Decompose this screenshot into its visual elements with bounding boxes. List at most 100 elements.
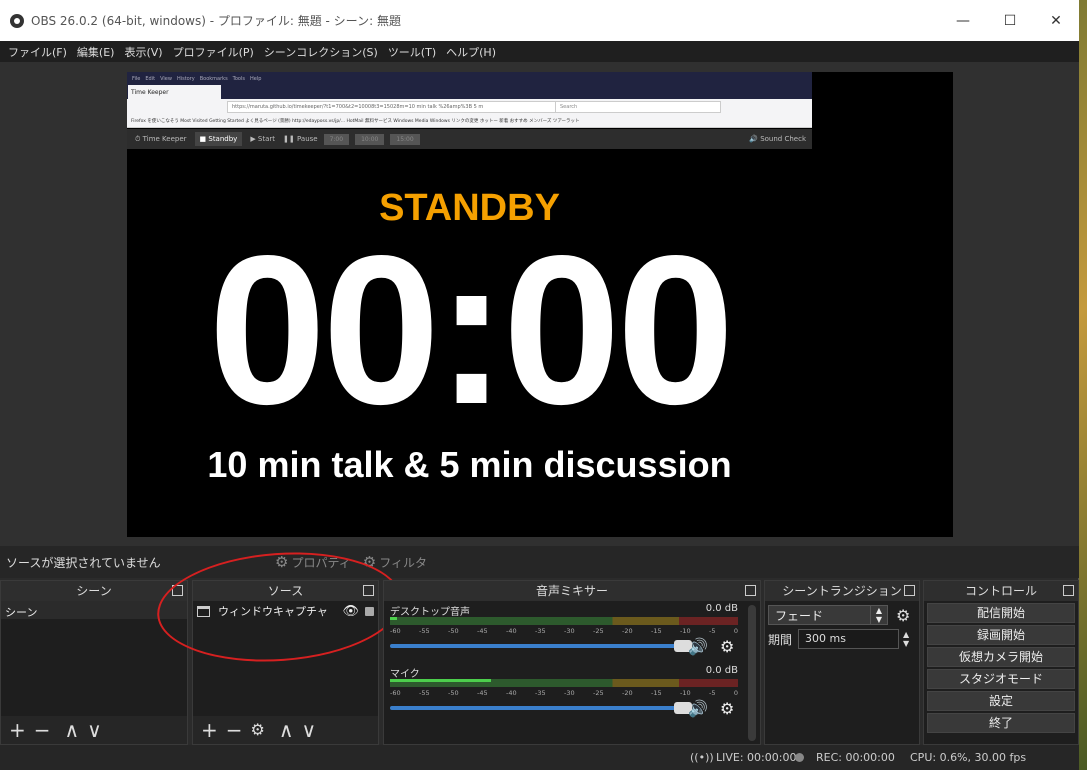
controls-title: コントロール	[964, 584, 1037, 598]
studio-mode-button[interactable]: スタジオモード	[927, 669, 1075, 689]
mixer-scrollbar[interactable]	[748, 605, 756, 741]
speaker-icon[interactable]: 🔊	[688, 637, 708, 656]
rec-icon	[795, 753, 804, 762]
tick-label: -25	[593, 689, 604, 697]
meter-level	[390, 679, 491, 682]
source-settings-icon[interactable]: ⚙	[251, 720, 265, 740]
browser-url: https://maruta.github.io/timekeeper/?t1=…	[227, 101, 557, 113]
volume-slider[interactable]	[390, 702, 692, 714]
tk-standby: ■ Standby	[194, 132, 243, 146]
tick-label: -25	[593, 627, 604, 635]
obs-logo-icon	[10, 13, 24, 28]
sources-header: ソース	[193, 581, 378, 601]
speaker-icon[interactable]: 🔊	[688, 699, 708, 718]
browser-menu-help: Help	[250, 75, 262, 82]
tick-label: -50	[448, 627, 459, 635]
menu-scene-collection[interactable]: シーンコレクション(S)	[264, 44, 378, 60]
scene-list-item[interactable]: シーン	[1, 601, 187, 619]
add-source-icon[interactable]: +	[201, 720, 218, 740]
browser-menu-tools: Tools	[232, 75, 245, 82]
gear-icon[interactable]: ⚙	[720, 699, 734, 718]
tk-brand: ⏱ Time Keeper	[135, 134, 187, 143]
menu-file[interactable]: ファイル(F)	[8, 44, 67, 60]
tick-label: -45	[477, 689, 488, 697]
tick-label: -55	[419, 627, 430, 635]
menu-profile[interactable]: プロファイル(P)	[173, 44, 254, 60]
menu-help[interactable]: ヘルプ(H)	[446, 44, 496, 60]
minimize-button[interactable]: —	[940, 0, 986, 41]
transition-select[interactable]: フェード ▲ ▼	[768, 605, 888, 625]
source-list-item[interactable]: ウィンドウキャプチャ 👁	[193, 601, 378, 621]
sources-title: ソース	[267, 584, 304, 598]
chevron-updown-icon: ▲ ▼	[870, 606, 887, 624]
tick-label: -55	[419, 689, 430, 697]
undock-icon[interactable]	[363, 585, 374, 596]
meter-ticks: -60 -55 -50 -45 -40 -35 -30 -25 -20 -15 -10 -5 0	[390, 689, 738, 697]
menu-view[interactable]: 表示(V)	[124, 44, 162, 60]
tick-label: -40	[506, 627, 517, 635]
move-up-icon[interactable]: ∧	[65, 720, 80, 740]
start-streaming-button[interactable]: 配信開始	[927, 603, 1075, 623]
source-label: ウィンドウキャプチャ	[218, 605, 328, 618]
tick-label: -60	[390, 689, 401, 697]
preview-area[interactable]: File Edit View History Bookmarks Tools H…	[0, 62, 1079, 546]
properties-button[interactable]: ⚙ プロパティ	[275, 553, 351, 571]
menu-edit[interactable]: 編集(E)	[77, 44, 115, 60]
remove-scene-icon[interactable]: −	[34, 720, 51, 740]
scenes-header: シーン	[1, 581, 187, 601]
filters-label: フィルタ	[379, 555, 427, 570]
tick-label: -5	[709, 627, 716, 635]
controls-header: コントロール	[924, 581, 1078, 601]
browser-tab: Time Keeper	[128, 85, 221, 99]
tk-t1: 7:00	[323, 133, 350, 145]
undock-icon[interactable]	[904, 585, 915, 596]
transitions-title: シーントランジション	[782, 584, 902, 598]
cpu-status: CPU: 0.6%, 30.00 fps	[910, 751, 1027, 764]
move-down-icon[interactable]: ∨	[87, 720, 102, 740]
gear-icon: ⚙	[275, 553, 289, 571]
mixer-channel-mic: マイク 0.0 dB -60 -55 -50 -45 -40 -35 -30 -25 -20 -1…	[384, 663, 738, 725]
spin-icon[interactable]: ▲ ▼	[903, 630, 909, 648]
menu-tools[interactable]: ツール(T)	[388, 44, 436, 60]
menu-bar: ファイル(F) 編集(E) 表示(V) プロファイル(P) シーンコレクション(…	[0, 41, 1079, 62]
preview-canvas[interactable]: File Edit View History Bookmarks Tools H…	[127, 72, 953, 537]
eye-icon[interactable]: 👁	[342, 604, 359, 619]
remove-source-icon[interactable]: −	[226, 720, 243, 740]
exit-button[interactable]: 終了	[927, 713, 1075, 733]
settings-button[interactable]: 設定	[927, 691, 1075, 711]
start-virtual-camera-button[interactable]: 仮想カメラ開始	[927, 647, 1075, 667]
undock-icon[interactable]	[1063, 585, 1074, 596]
browser-toolbar: https://maruta.github.io/timekeeper/?t1=…	[127, 99, 812, 115]
gear-icon[interactable]: ⚙	[896, 606, 910, 625]
gear-icon[interactable]: ⚙	[720, 637, 734, 656]
filters-button[interactable]: ⚙ フィルタ	[363, 553, 427, 571]
maximize-button[interactable]: ☐	[987, 0, 1033, 41]
controls-dock: コントロール 配信開始 録画開始 仮想カメラ開始 スタジオモード 設定 終了	[923, 580, 1079, 745]
start-recording-button[interactable]: 録画開始	[927, 625, 1075, 645]
meter-ticks: -60 -55 -50 -45 -40 -35 -30 -25 -20 -15 -10 -5 0	[390, 627, 738, 635]
tick-label: 0	[733, 627, 738, 635]
undock-icon[interactable]	[172, 585, 183, 596]
move-down-icon[interactable]: ∨	[302, 720, 317, 740]
tick-label: -10	[680, 627, 691, 635]
window-title: OBS 26.0.2 (64-bit, windows) - プロファイル: 無…	[31, 14, 401, 28]
volume-slider[interactable]	[390, 640, 692, 652]
status-bar: ((•)) LIVE: 00:00:00 REC: 00:00:00 CPU: …	[0, 745, 1079, 770]
tick-label: -15	[651, 627, 662, 635]
transitions-dock: シーントランジション フェード ▲ ▼ ⚙ 期間 300 ms ▲ ▼	[764, 580, 920, 745]
close-button[interactable]: ✕	[1033, 0, 1079, 41]
undock-icon[interactable]	[745, 585, 756, 596]
move-up-icon[interactable]: ∧	[279, 720, 294, 740]
browser-search: Search	[555, 101, 721, 113]
channel-db: 0.0 dB	[705, 603, 738, 614]
obs-window: OBS 26.0.2 (64-bit, windows) - プロファイル: 無…	[0, 0, 1079, 770]
duration-input[interactable]: 300 ms	[798, 629, 900, 649]
live-icon: ((•))	[690, 751, 714, 764]
tick-label: -20	[622, 627, 633, 635]
mixer-channel-desktop: デスクトップ音声 0.0 dB -60 -55 -50 -45 -40 -35 -30 -25…	[384, 601, 738, 663]
tk-sound-check: 🔊 Sound Check	[749, 135, 806, 143]
lock-icon[interactable]	[365, 606, 374, 616]
add-scene-icon[interactable]: +	[9, 720, 26, 740]
scenes-title: シーン	[76, 584, 112, 598]
tk-start: ▶ Start	[250, 135, 276, 143]
